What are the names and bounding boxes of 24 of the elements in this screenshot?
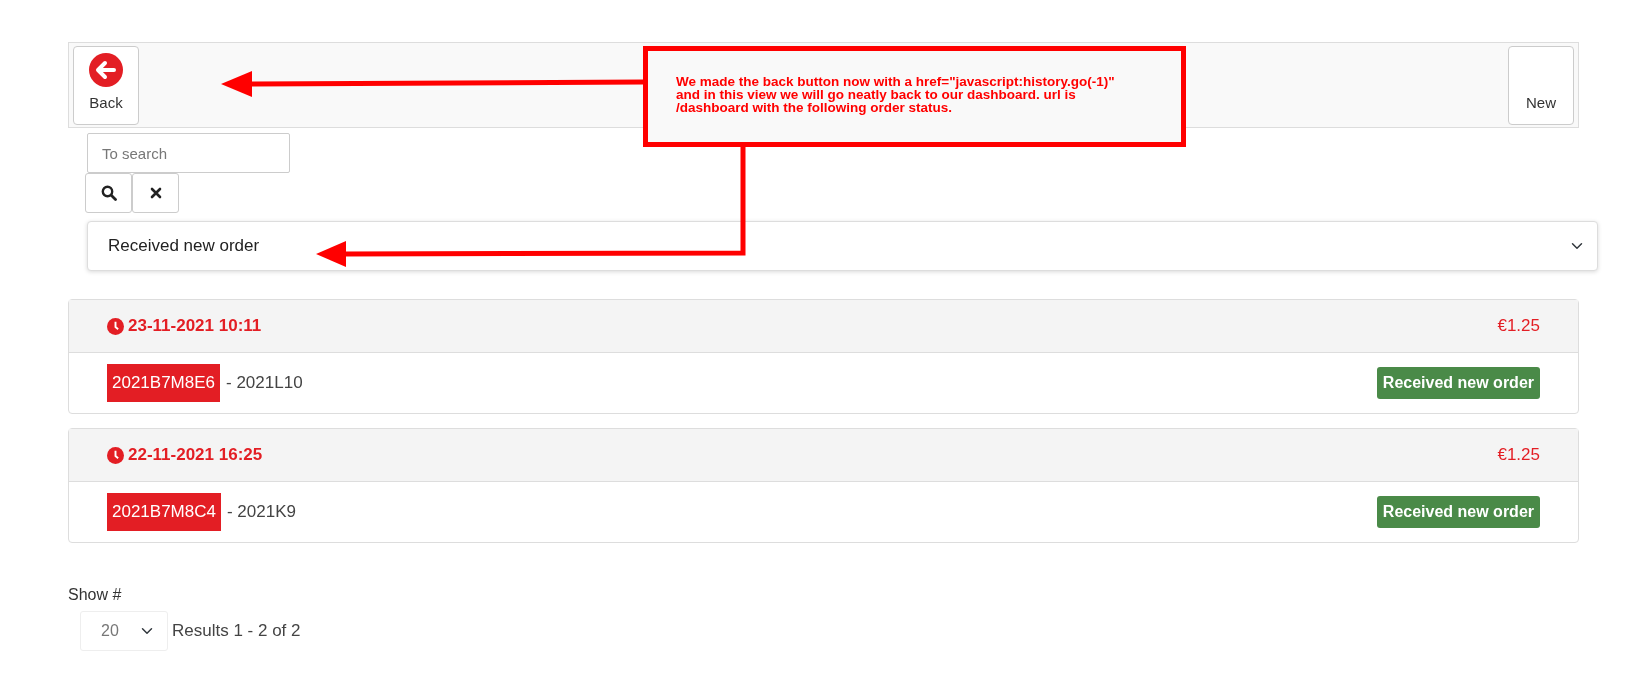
order-code: 2021B7M8C4 [107,493,221,531]
clock-icon [107,446,124,464]
annotation-text: We made the back button now with a href="javascript:history.go(-1)" and in this view we will go neatly back to our dashboard. url is /dashboard with the following order status. [676,75,1116,114]
new-button[interactable]: New [1508,46,1574,125]
search-field[interactable]: To search [87,133,290,173]
page-size-select[interactable]: 20 [80,611,168,651]
order-reference: - 2021L10 [226,372,303,395]
order-datetime: 22-11-2021 16:25 [128,444,263,467]
order-code: 2021B7M8E6 [107,364,221,402]
order-datetime: 23-11-2021 10:11 [128,315,262,338]
close-icon [149,187,162,199]
order-amount: €1.25 [1497,444,1540,467]
status-label: Received new order [1376,496,1540,528]
clock-icon [107,317,124,335]
order-reference: - 2021K9 [226,501,296,524]
status-label: Received new order [1376,367,1540,399]
show-label: Show # [68,585,123,605]
results-text: Results 1 - 2 of 2 [172,620,301,643]
status-select[interactable]: Received new order [87,221,1598,271]
clear-button[interactable] [132,173,179,213]
order-amount: €1.25 [1497,315,1540,338]
search-button[interactable] [85,173,132,213]
back-button[interactable]: Back [73,46,139,125]
search-icon [100,185,117,201]
